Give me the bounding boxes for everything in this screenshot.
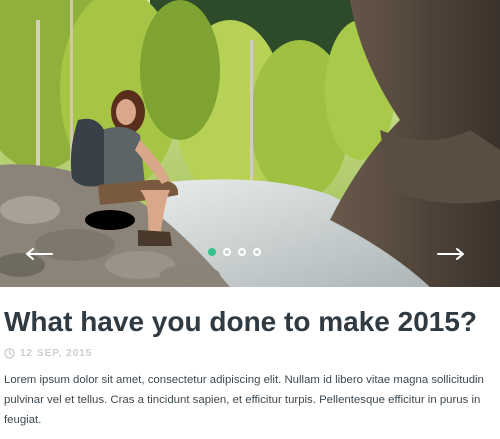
arrow-right-icon	[437, 248, 464, 260]
post-date-label: 12 SEP, 2015	[20, 348, 93, 359]
post-excerpt: Lorem ipsum dolor sit amet, consectetur …	[4, 374, 484, 426]
slide-dot-4[interactable]	[253, 248, 261, 256]
next-slide-button[interactable]	[436, 244, 466, 264]
clock-icon	[4, 348, 15, 359]
slide-dot-1[interactable]	[208, 248, 216, 256]
post-title[interactable]: What have you done to make 2015?	[4, 304, 477, 340]
image-slider[interactable]	[0, 0, 500, 287]
post-date: 12 SEP, 2015	[4, 348, 92, 359]
arrow-left-icon	[26, 248, 53, 260]
blog-post-card: What have you done to make 2015? 12 SEP,…	[0, 0, 500, 439]
prev-slide-button[interactable]	[24, 244, 54, 264]
slider-pagination	[208, 248, 261, 256]
slide-dot-2[interactable]	[223, 248, 231, 256]
slide-dot-3[interactable]	[238, 248, 246, 256]
hero-photo	[0, 0, 500, 287]
